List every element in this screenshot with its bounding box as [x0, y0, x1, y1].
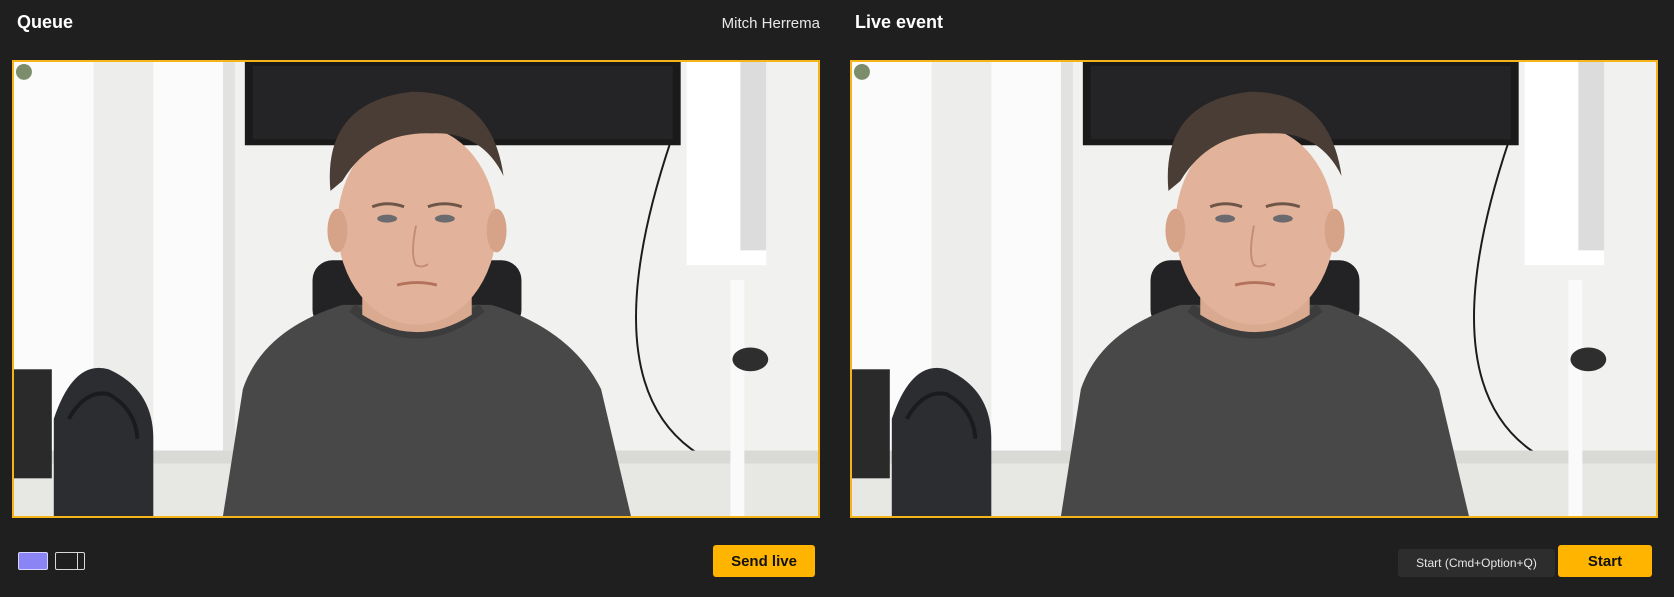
start-button[interactable]: Start [1558, 545, 1652, 577]
presenter-name: Mitch Herrema [721, 15, 820, 32]
presenter-video-frame [14, 62, 818, 516]
live-video-preview[interactable] [850, 60, 1658, 518]
live-video-frame [852, 62, 1656, 516]
queue-title: Queue [17, 12, 74, 32]
live-panel: Live event Start (Cmd+Option+Q) Start [836, 0, 1674, 597]
single-layout-icon[interactable] [18, 552, 48, 570]
send-live-button[interactable]: Send live [713, 545, 815, 577]
queue-panel: Queue Mitch Herrema Send live [0, 0, 836, 597]
split-layout-icon[interactable] [55, 552, 85, 570]
start-shortcut-tooltip: Start (Cmd+Option+Q) [1398, 549, 1555, 577]
queue-video-preview[interactable] [12, 60, 820, 518]
split-divider [77, 553, 78, 569]
live-event-title: Live event [855, 12, 944, 32]
